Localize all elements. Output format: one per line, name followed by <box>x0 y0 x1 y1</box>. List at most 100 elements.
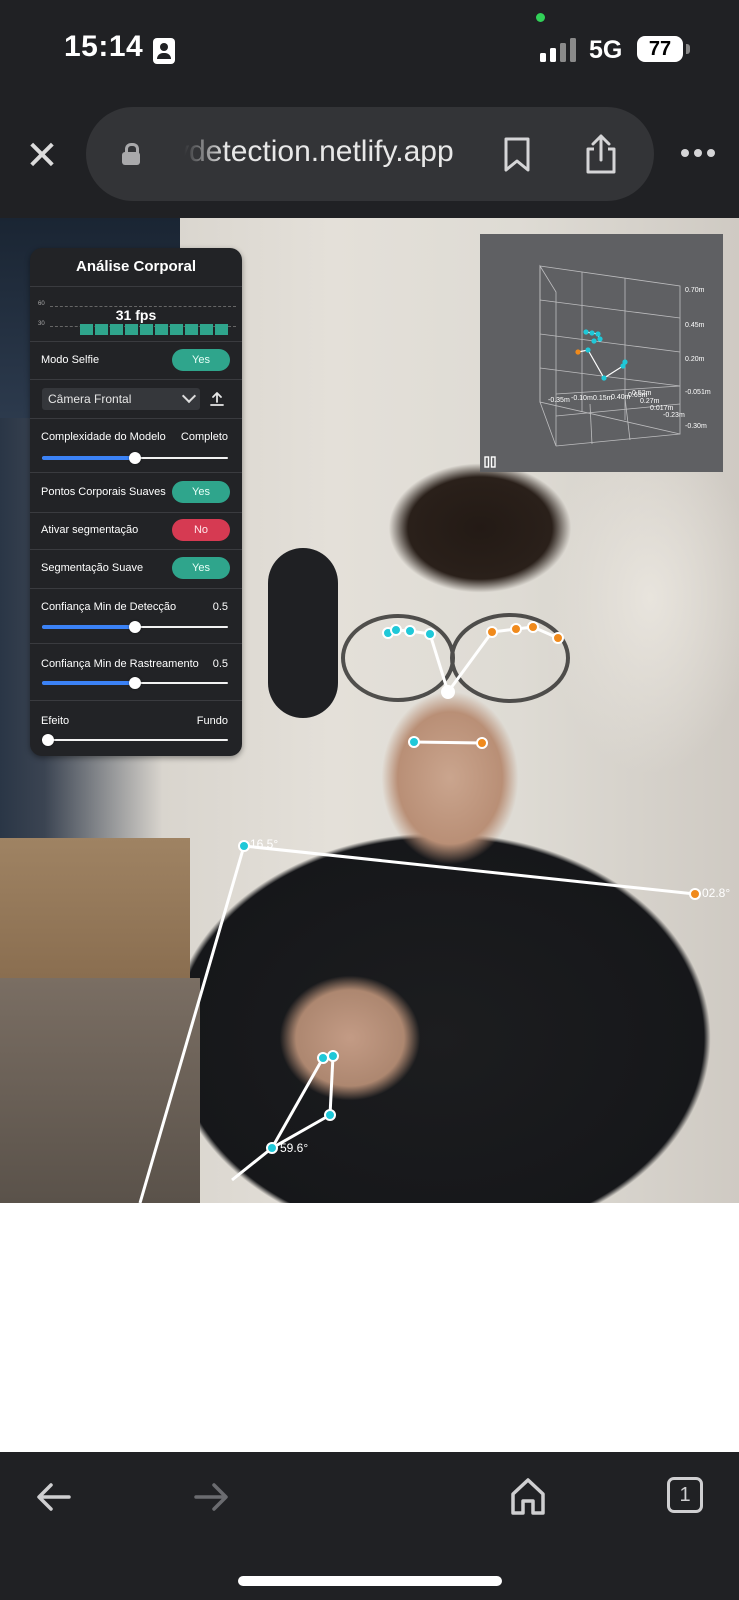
min-tracking-label: Confiança Min de Rastreamento <box>41 658 199 670</box>
network-type: 5G <box>589 36 623 64</box>
row-smooth-landmarks: Pontos Corporais Suaves Yes <box>30 473 242 513</box>
landmark-left-pinky <box>327 1050 339 1062</box>
row-effect: Efeito Fundo <box>30 701 242 756</box>
status-time: 15:14 <box>64 30 144 63</box>
bookmark-icon[interactable] <box>502 137 532 173</box>
lock-icon <box>122 143 140 165</box>
landmark-left-thumb <box>324 1109 336 1121</box>
upload-icon[interactable] <box>210 391 224 407</box>
control-panel: Análise Corporal 60 30 31 fps Modo Selfi… <box>30 248 242 756</box>
slider-thumb[interactable] <box>129 621 141 633</box>
landmark-3d-grid: 0.70m 0.45m 0.20m -0.051m -0.30m -0.35m … <box>539 264 711 447</box>
z-tick-1: 0.27m <box>640 398 660 405</box>
selfie-mode-label: Modo Selfie <box>41 354 100 366</box>
row-smooth-segmentation: Segmentação Suave Yes <box>30 550 242 589</box>
y-tick-4: -0.30m <box>685 423 707 430</box>
fps-bar <box>155 323 168 335</box>
fps-bar <box>185 323 198 335</box>
effect-label: Efeito <box>41 715 70 727</box>
z-tick-0: 0.52m <box>632 390 652 397</box>
slider-thumb[interactable] <box>129 452 141 464</box>
slider-track <box>42 739 228 741</box>
landmark-left-eye <box>390 624 402 636</box>
fps-bar <box>215 324 228 335</box>
smooth-segmentation-toggle[interactable]: Yes <box>172 557 230 579</box>
angle-right-shoulder: 02.8° <box>702 886 730 900</box>
smooth-landmarks-toggle[interactable]: Yes <box>172 481 230 503</box>
tabs-icon[interactable]: 1 <box>667 1477 703 1513</box>
row-enable-segmentation: Ativar segmentação No <box>30 513 242 550</box>
landmark-right-shoulder <box>689 888 701 900</box>
close-icon[interactable]: ✕ <box>22 136 62 176</box>
fps-bar <box>170 324 183 335</box>
fps-meter: 60 30 31 fps <box>30 287 242 342</box>
home-indicator[interactable] <box>238 1576 502 1586</box>
share-icon[interactable] <box>584 133 618 175</box>
battery-icon: 77 <box>637 36 683 62</box>
fps-bar <box>200 323 213 335</box>
y-tick-2: 0.20m <box>685 356 705 363</box>
model-complexity-label: Complexidade do Modelo <box>41 431 166 443</box>
chevron-down-icon <box>181 388 197 404</box>
row-min-detection: Confiança Min de Detecção 0.5 <box>30 589 242 644</box>
effect-value: Fundo <box>196 715 228 727</box>
x-tick-0: -0.35m <box>548 397 570 404</box>
angle-left-wrist: 59.6° <box>280 1141 308 1155</box>
signal-icon <box>540 38 580 62</box>
y-tick-0: 0.70m <box>685 287 705 294</box>
more-icon[interactable] <box>680 147 716 159</box>
slider-fill <box>42 456 135 460</box>
effect-slider[interactable] <box>42 733 228 747</box>
min-detection-slider[interactable] <box>42 620 228 634</box>
selfie-mode-toggle[interactable]: Yes <box>172 349 230 371</box>
landmark-left-shoulder <box>238 840 250 852</box>
smooth-segmentation-label: Segmentação Suave <box>41 562 144 574</box>
model-complexity-slider[interactable] <box>42 451 228 465</box>
min-tracking-slider[interactable] <box>42 676 228 690</box>
y-tick-3: -0.051m <box>685 389 711 396</box>
landmark-right-eye-inner <box>486 626 498 638</box>
forward-arrow-icon[interactable] <box>193 1482 229 1512</box>
z-tick-3: -0.23m <box>663 412 685 419</box>
landmark-mouth-right <box>476 737 488 749</box>
slider-fill <box>42 681 135 685</box>
camera-in-use-indicator <box>536 13 545 22</box>
y-tick-1: 0.45m <box>685 322 705 329</box>
model-complexity-value: Completo <box>180 431 228 443</box>
z-tick-2: 0.017m <box>650 405 674 412</box>
landmark-nose <box>441 685 455 699</box>
slider-thumb[interactable] <box>42 734 54 746</box>
landmark-right-ear <box>552 632 564 644</box>
url-fade <box>174 135 226 175</box>
fps-history-bars <box>80 323 230 335</box>
browser-toolbar: ✕ ydetection.netlify.app <box>0 100 739 218</box>
fps-bar <box>110 324 123 335</box>
angle-left-shoulder: 16.5° <box>250 837 278 851</box>
min-tracking-value: 0.5 <box>212 658 228 670</box>
battery-tip <box>686 44 690 54</box>
home-icon[interactable] <box>510 1476 546 1516</box>
landmark-3d-view[interactable]: 0.70m 0.45m 0.20m -0.051m -0.30m -0.35m … <box>480 234 723 472</box>
contact-card-icon <box>153 38 175 64</box>
status-bar: 15:14 5G 77 <box>0 0 739 100</box>
landmark-mouth-left <box>408 736 420 748</box>
landmark-right-eye-outer <box>527 621 539 633</box>
smooth-landmarks-label: Pontos Corporais Suaves <box>41 486 166 498</box>
slider-fill <box>42 625 135 629</box>
enable-segmentation-toggle[interactable]: No <box>172 519 230 541</box>
fps-bar <box>125 323 138 335</box>
row-model-complexity: Complexidade do Modelo Completo <box>30 419 242 473</box>
camera-select[interactable]: Câmera Frontal <box>42 388 200 410</box>
landmark-right-eye <box>510 623 522 635</box>
panel-title: Análise Corporal <box>30 248 242 287</box>
address-bar[interactable]: ydetection.netlify.app <box>86 107 654 201</box>
landmark-left-index <box>317 1052 329 1064</box>
back-arrow-icon[interactable] <box>36 1482 72 1512</box>
landmark-left-ear <box>424 628 436 640</box>
pause-icon[interactable] <box>484 456 496 468</box>
landmark-left-eye-inner <box>404 625 416 637</box>
slider-thumb[interactable] <box>129 677 141 689</box>
row-selfie-mode: Modo Selfie Yes <box>30 342 242 380</box>
fps-bar <box>80 324 93 335</box>
min-detection-value: 0.5 <box>212 601 228 613</box>
